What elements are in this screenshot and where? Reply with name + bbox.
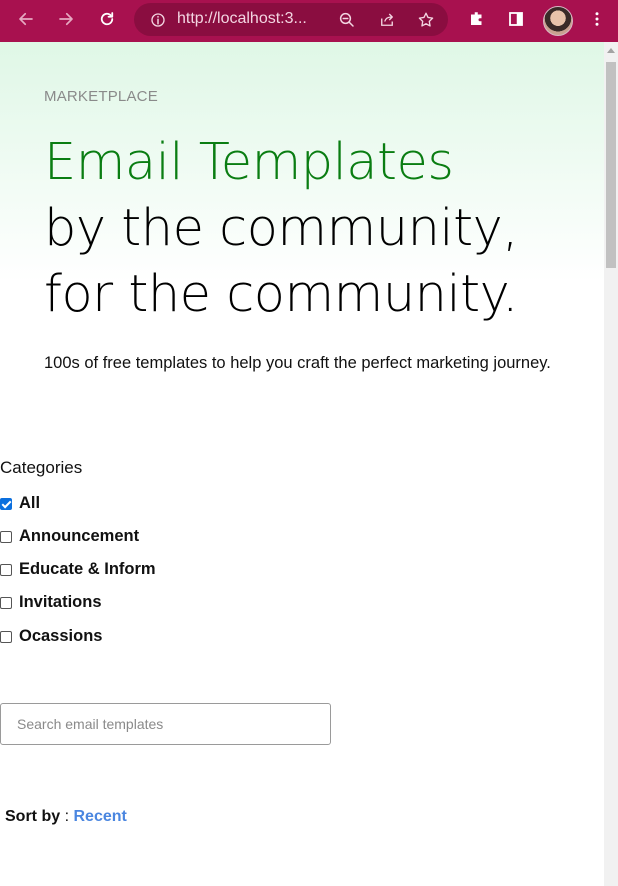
kebab-menu-icon[interactable] (586, 8, 608, 30)
category-all-checkbox[interactable] (0, 497, 12, 510)
headline-line-3: for the community. (44, 265, 518, 324)
category-invitations[interactable]: Invitations (0, 593, 102, 612)
page-title: Email Templates by the community, for th… (44, 130, 584, 328)
info-icon[interactable] (147, 9, 169, 31)
eyebrow-label: MARKETPLACE (44, 88, 158, 105)
sort-control: Sort by : Recent (5, 808, 127, 826)
category-label: All (19, 494, 41, 512)
scrollbar-thumb[interactable] (606, 62, 616, 268)
sort-value-link[interactable]: Recent (73, 808, 126, 825)
star-icon[interactable] (415, 9, 437, 31)
category-ocassions-checkbox[interactable] (0, 630, 12, 643)
zoom-out-icon[interactable] (336, 9, 358, 31)
category-label: Educate & Inform (19, 560, 156, 578)
category-label: Invitations (19, 593, 102, 611)
search-input[interactable] (0, 703, 331, 745)
share-icon[interactable] (376, 9, 398, 31)
extensions-icon[interactable] (466, 8, 488, 30)
profile-avatar[interactable] (543, 6, 573, 36)
category-label: Announcement (19, 527, 140, 545)
category-invitations-checkbox[interactable] (0, 596, 12, 609)
page-subtitle: 100s of free templates to help you craft… (44, 354, 551, 372)
category-all[interactable]: All (0, 494, 40, 513)
category-label: Ocassions (19, 627, 103, 645)
sort-separator: : (64, 808, 70, 825)
reload-icon[interactable] (96, 8, 118, 30)
headline-highlight: Email Templates (44, 133, 454, 192)
browser-toolbar: http://localhost:3... (0, 0, 618, 42)
page-viewport: MARKETPLACE Email Templates by the commu… (0, 42, 604, 886)
back-arrow-icon[interactable] (15, 8, 37, 30)
scroll-up-arrow-icon[interactable] (607, 48, 615, 53)
url-text[interactable]: http://localhost:3... (177, 10, 307, 28)
category-announcement[interactable]: Announcement (0, 527, 139, 546)
category-ocassions[interactable]: Ocassions (0, 627, 102, 646)
sort-label: Sort by (5, 808, 61, 825)
category-educate-inform-checkbox[interactable] (0, 563, 12, 576)
forward-arrow-icon[interactable] (55, 8, 77, 30)
headline-line-2: by the community, (44, 199, 518, 258)
side-panel-icon[interactable] (505, 8, 527, 30)
address-bar[interactable]: http://localhost:3... (134, 3, 448, 36)
category-announcement-checkbox[interactable] (0, 530, 12, 543)
categories-heading: Categories (0, 458, 83, 477)
category-educate-inform[interactable]: Educate & Inform (0, 560, 156, 579)
vertical-scrollbar[interactable] (604, 42, 618, 886)
